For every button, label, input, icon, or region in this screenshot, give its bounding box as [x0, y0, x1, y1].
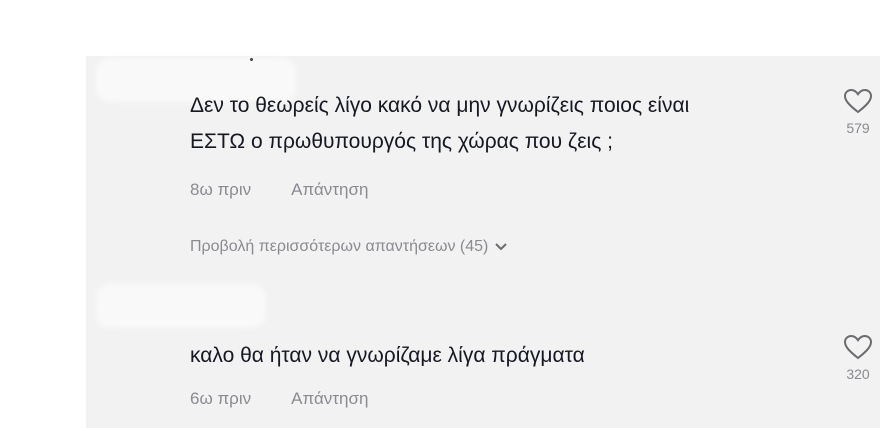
like-count: 320 — [846, 366, 870, 382]
comment-text: Δεν το θεωρείς λίγο κακό να μην γνωρίζει… — [190, 88, 830, 160]
reply-button[interactable]: Απάντηση — [291, 389, 368, 409]
comment-time: 8ω πριν — [190, 180, 252, 199]
view-more-replies-label: Προβολή περισσότερων απαντήσεων (45) — [190, 238, 489, 255]
comment-line: ΕΣΤΩ ο πρωθυπουργός της χώρας που ζεις ; — [190, 130, 614, 153]
like-count: 579 — [846, 120, 870, 136]
comment-line: Δεν το θεωρείς λίγο κακό να μην γνωρίζει… — [190, 94, 690, 117]
heart-icon — [843, 334, 873, 360]
view-more-replies[interactable]: Προβολή περισσότερων απαντήσεων (45) — [190, 238, 508, 256]
comment-time: 6ω πριν — [190, 389, 252, 408]
comment-text: καλο θα ήταν να γνωρίζαμε λίγα πράγματα — [190, 338, 830, 374]
comment-meta: 8ω πριν Απάντηση — [190, 180, 368, 200]
comment-meta: 6ω πριν Απάντηση — [190, 389, 368, 409]
like-button[interactable]: 320 — [838, 334, 878, 382]
heart-icon — [843, 88, 873, 114]
redaction-dot — [250, 58, 253, 61]
redacted-username — [96, 284, 266, 328]
comment-line: καλο θα ήταν να γνωρίζαμε λίγα πράγματα — [190, 344, 585, 367]
reply-button[interactable]: Απάντηση — [291, 180, 368, 200]
like-button[interactable]: 579 — [838, 88, 878, 136]
chevron-down-icon — [495, 243, 508, 251]
